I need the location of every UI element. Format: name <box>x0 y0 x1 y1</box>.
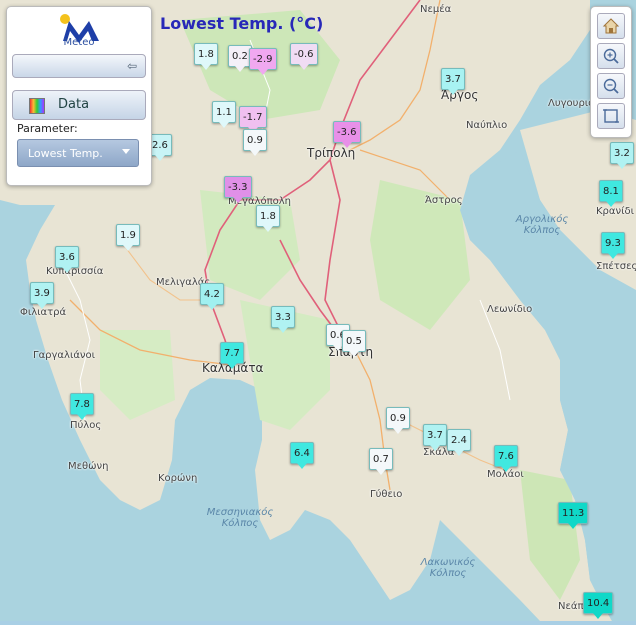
temp-marker[interactable]: 0.9 <box>243 129 267 156</box>
place-laconian-gulf: Λακωνικός Κόλπος <box>420 557 476 579</box>
temp-marker[interactable]: -3.3 <box>224 176 252 203</box>
temp-marker[interactable]: 7.7 <box>220 342 244 369</box>
place-gargalianoi: Γαργαλιάνοι <box>33 350 96 361</box>
palette-icon <box>29 98 45 114</box>
place-argolic-gulf: Αργολικός Κόλπος <box>515 214 569 236</box>
temp-marker[interactable]: -3.6 <box>333 121 361 148</box>
temp-marker[interactable]: 1.8 <box>256 205 280 232</box>
parameter-select[interactable]: Lowest Temp. <box>17 139 139 167</box>
temp-marker[interactable]: 1.1 <box>212 101 236 128</box>
place-nafplio: Ναύπλιο <box>466 120 508 131</box>
temp-marker[interactable]: 0.7 <box>369 448 393 475</box>
temp-marker[interactable]: 3.7 <box>423 424 447 451</box>
temp-marker[interactable]: 0.9 <box>386 407 410 434</box>
place-nemea: Νεμέα <box>420 4 452 15</box>
temp-marker[interactable]: 3.2 <box>610 142 634 169</box>
place-lygourio: Λυγουριό <box>548 98 595 109</box>
temp-marker[interactable]: 10.4 <box>583 592 614 619</box>
temp-marker[interactable]: 1.9 <box>116 224 140 251</box>
place-tripoli: Τρίπολη <box>307 146 356 160</box>
place-pylos: Πύλος <box>70 420 102 431</box>
place-gytheio: Γύθειο <box>370 489 403 500</box>
chevron-down-icon <box>122 149 130 154</box>
temp-marker[interactable]: 3.9 <box>30 282 54 309</box>
temp-marker[interactable]: -1.7 <box>239 106 267 133</box>
temp-marker[interactable]: 3.6 <box>55 246 79 273</box>
place-neapoli: Νεάπ <box>558 601 584 612</box>
fullscreen-icon <box>603 109 619 123</box>
zoom-out-icon <box>603 78 619 94</box>
zoom-in-button[interactable] <box>597 43 625 69</box>
zoom-in-icon <box>603 48 619 64</box>
temp-marker[interactable]: 6.4 <box>290 442 314 469</box>
logo-text: Meteo <box>63 37 95 48</box>
temp-marker[interactable]: 7.8 <box>70 393 94 420</box>
time-slider[interactable]: ⇦ <box>12 54 146 78</box>
home-icon <box>602 18 620 34</box>
place-methoni: Μεθώνη <box>68 461 109 472</box>
temp-marker[interactable]: 1.8 <box>194 43 218 70</box>
data-button[interactable]: Data <box>12 90 146 120</box>
temp-marker[interactable]: 2.4 <box>447 429 471 456</box>
parameter-select-value: Lowest Temp. <box>28 147 103 160</box>
temp-marker[interactable]: 0.5 <box>342 330 366 357</box>
temp-marker[interactable]: 9.3 <box>601 232 625 259</box>
place-spetses: Σπέτσες <box>596 261 636 272</box>
temp-marker[interactable]: 8.1 <box>599 180 623 207</box>
parameter-label: Parameter: <box>17 122 78 135</box>
place-messinian-gulf: Μεσσηνιακός Κόλπος <box>206 507 274 529</box>
place-koroni: Κορώνη <box>158 473 198 484</box>
zoom-out-button[interactable] <box>597 73 625 99</box>
slider-handle-icon[interactable]: ⇦ <box>127 59 137 73</box>
home-button[interactable] <box>597 13 625 39</box>
place-leonidio: Λεωνίδιο <box>487 304 533 315</box>
temp-marker[interactable]: -2.9 <box>249 48 277 75</box>
temp-marker[interactable]: 11.3 <box>558 502 589 529</box>
data-button-label: Data <box>58 97 90 112</box>
temp-marker[interactable]: 4.2 <box>200 283 224 310</box>
temp-marker[interactable]: -0.6 <box>290 43 318 70</box>
place-kranidi: Κρανίδι <box>596 206 634 217</box>
fullscreen-button[interactable] <box>597 103 625 129</box>
control-panel: Meteo ⇦ Data Parameter: Lowest Temp. <box>6 6 152 186</box>
place-astros: Άστρος <box>425 195 463 206</box>
temp-marker[interactable]: 3.3 <box>271 306 295 333</box>
map-toolbar <box>590 6 632 138</box>
temp-marker[interactable]: 3.7 <box>441 68 465 95</box>
temp-marker[interactable]: 7.6 <box>494 445 518 472</box>
map-title: Lowest Temp. (°C) <box>160 14 324 33</box>
